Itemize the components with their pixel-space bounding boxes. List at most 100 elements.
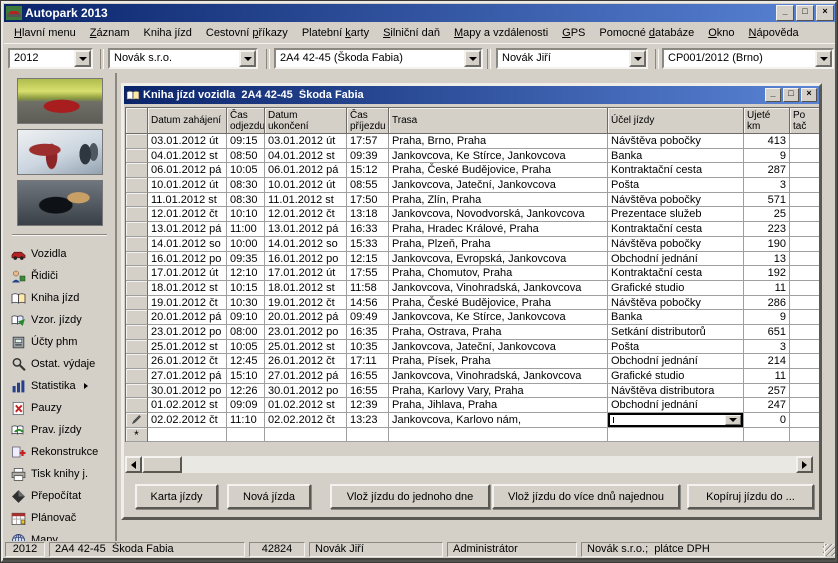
- year-combo-dropdown-button[interactable]: [74, 50, 91, 67]
- cell-odometer[interactable]: [790, 207, 819, 222]
- window-close-button[interactable]: ×: [816, 5, 834, 21]
- cell-odometer[interactable]: [790, 340, 819, 355]
- cell-time_dep[interactable]: 12:26: [227, 384, 265, 399]
- cell-purpose[interactable]: Návštěva distributora: [608, 384, 744, 399]
- sidebar-item-statistika[interactable]: Statistika: [11, 377, 115, 395]
- cell-date_end[interactable]: [265, 428, 347, 443]
- cell-odometer[interactable]: [790, 222, 819, 237]
- cell-time_dep[interactable]: 09:35: [227, 252, 265, 267]
- cell-date_start[interactable]: 13.01.2012 pá: [148, 222, 227, 237]
- new-row-selector[interactable]: *: [126, 428, 148, 443]
- company-combo-dropdown-button[interactable]: [239, 50, 256, 67]
- cell-date_end[interactable]: 14.01.2012 so: [265, 237, 347, 252]
- row-selector[interactable]: [126, 252, 148, 267]
- travel-order-combo[interactable]: CP001/2012 (Brno): [662, 48, 834, 69]
- sidebar-item-pauzy[interactable]: Pauzy: [11, 399, 115, 417]
- cell-purpose[interactable]: Banka: [608, 310, 744, 325]
- cell-route[interactable]: Praha, Ostrava, Praha: [389, 325, 608, 340]
- cell-date_end[interactable]: 18.01.2012 st: [265, 281, 347, 296]
- cell-route[interactable]: Jankovcova, Karlovo nám,: [389, 413, 608, 428]
- menu-item-pomocne-databaze[interactable]: Pomocné databáze: [592, 25, 701, 41]
- sidebar-item-vzor-jizdy[interactable]: Vzor. jízdy: [11, 311, 115, 329]
- cell-purpose[interactable]: Kontraktační cesta: [608, 266, 744, 281]
- cell-km[interactable]: 3: [744, 340, 790, 355]
- logbook-maximize-button[interactable]: □: [783, 88, 799, 102]
- scroll-left-button[interactable]: [125, 456, 142, 473]
- cell-purpose[interactable]: [608, 428, 744, 443]
- cell-date_start[interactable]: 03.01.2012 út: [148, 134, 227, 149]
- company-combo[interactable]: Novák s.r.o.: [108, 48, 258, 69]
- column-header-time_dep[interactable]: Čas odjezdu: [227, 108, 265, 134]
- cell-date_start[interactable]: 19.01.2012 čt: [148, 296, 227, 311]
- cell-purpose[interactable]: Prezentace služeb: [608, 207, 744, 222]
- menu-item-zaznam[interactable]: Záznam: [83, 25, 137, 41]
- cell-time_dep[interactable]: 11:00: [227, 222, 265, 237]
- cell-km[interactable]: 0: [744, 413, 790, 428]
- row-selector[interactable]: [126, 325, 148, 340]
- cell-route[interactable]: Jankovcova, Novodvorská, Jankovcova: [389, 207, 608, 222]
- cell-purpose[interactable]: Grafické studio: [608, 369, 744, 384]
- app-icon[interactable]: [6, 6, 22, 20]
- cell-km[interactable]: 25: [744, 207, 790, 222]
- row-selector[interactable]: [126, 222, 148, 237]
- cell-date_end[interactable]: 30.01.2012 po: [265, 384, 347, 399]
- row-selector[interactable]: [126, 398, 148, 413]
- cell-date_end[interactable]: 01.02.2012 st: [265, 398, 347, 413]
- sidebar-item-tisk-knihy[interactable]: Tisk knihy j.: [11, 465, 115, 483]
- cell-date_start[interactable]: 16.01.2012 po: [148, 252, 227, 267]
- cell-route[interactable]: Jankovcova, Evropská, Jankovcova: [389, 252, 608, 267]
- cell-date_start[interactable]: 27.01.2012 pá: [148, 369, 227, 384]
- row-selector[interactable]: [126, 237, 148, 252]
- purpose-editor[interactable]: [608, 413, 743, 427]
- row-selector[interactable]: [126, 149, 148, 164]
- cell-time_arr[interactable]: 17:50: [347, 193, 389, 208]
- cell-date_start[interactable]: 23.01.2012 po: [148, 325, 227, 340]
- cell-date_end[interactable]: 26.01.2012 čt: [265, 354, 347, 369]
- cell-time_arr[interactable]: 17:11: [347, 354, 389, 369]
- cell-route[interactable]: Jankovcova, Ke Stírce, Jankovcova: [389, 310, 608, 325]
- cell-date_end[interactable]: 13.01.2012 pá: [265, 222, 347, 237]
- sidebar-item-ostat-vydaje[interactable]: Ostat. výdaje: [11, 355, 115, 373]
- menu-item-hlavni-menu[interactable]: Hlavní menu: [7, 25, 83, 41]
- cell-date_end[interactable]: 23.01.2012 po: [265, 325, 347, 340]
- window-minimize-button[interactable]: _: [776, 5, 794, 21]
- cell-odometer[interactable]: [790, 428, 819, 443]
- cell-date_start[interactable]: 26.01.2012 čt: [148, 354, 227, 369]
- insert-trip-multiple-days-button[interactable]: Vlož jízdu do více dnů najednou: [492, 484, 680, 509]
- driver-combo-dropdown-button[interactable]: [629, 50, 646, 67]
- cell-odometer[interactable]: [790, 384, 819, 399]
- cell-time_arr[interactable]: 15:12: [347, 163, 389, 178]
- cell-km[interactable]: 413: [744, 134, 790, 149]
- cell-purpose[interactable]: Obchodní jednání: [608, 252, 744, 267]
- cell-odometer[interactable]: [790, 296, 819, 311]
- cell-purpose[interactable]: Návštěva pobočky: [608, 134, 744, 149]
- cell-time_dep[interactable]: 12:45: [227, 354, 265, 369]
- sidebar-item-prav-jizdy[interactable]: Prav. jízdy: [11, 421, 115, 439]
- cell-time_dep[interactable]: 10:05: [227, 163, 265, 178]
- sidebar-item-rekonstrukce[interactable]: Rekonstrukce: [11, 443, 115, 461]
- cell-odometer[interactable]: [790, 325, 819, 340]
- window-maximize-button[interactable]: □: [796, 5, 814, 21]
- cell-purpose[interactable]: Návštěva pobočky: [608, 296, 744, 311]
- column-header-selector[interactable]: [126, 108, 148, 134]
- row-selector[interactable]: [126, 266, 148, 281]
- cell-odometer[interactable]: [790, 310, 819, 325]
- cell-odometer[interactable]: [790, 237, 819, 252]
- driver-combo[interactable]: Novák Jiří: [496, 48, 648, 69]
- cell-date_start[interactable]: 10.01.2012 út: [148, 178, 227, 193]
- cell-route[interactable]: Jankovcova, Vinohradská, Jankovcova: [389, 369, 608, 384]
- cell-time_arr[interactable]: 17:57: [347, 134, 389, 149]
- cell-time_dep[interactable]: 10:05: [227, 340, 265, 355]
- cell-route[interactable]: Praha, Jihlava, Praha: [389, 398, 608, 413]
- cell-route[interactable]: Praha, Plzeň, Praha: [389, 237, 608, 252]
- cell-route[interactable]: Jankovcova, Jateční, Jankovcova: [389, 178, 608, 193]
- cell-date_start[interactable]: 18.01.2012 st: [148, 281, 227, 296]
- cell-km[interactable]: 3: [744, 178, 790, 193]
- column-header-date_start[interactable]: Datum zahájení: [148, 108, 227, 134]
- row-selector-editing[interactable]: [126, 413, 148, 428]
- cell-time_arr[interactable]: 08:55: [347, 178, 389, 193]
- cell-time_arr[interactable]: 10:35: [347, 340, 389, 355]
- cell-route[interactable]: Jankovcova, Vinohradská, Jankovcova: [389, 281, 608, 296]
- cell-route[interactable]: Jankovcova, Ke Stírce, Jankovcova: [389, 149, 608, 164]
- cell-purpose[interactable]: [608, 413, 744, 428]
